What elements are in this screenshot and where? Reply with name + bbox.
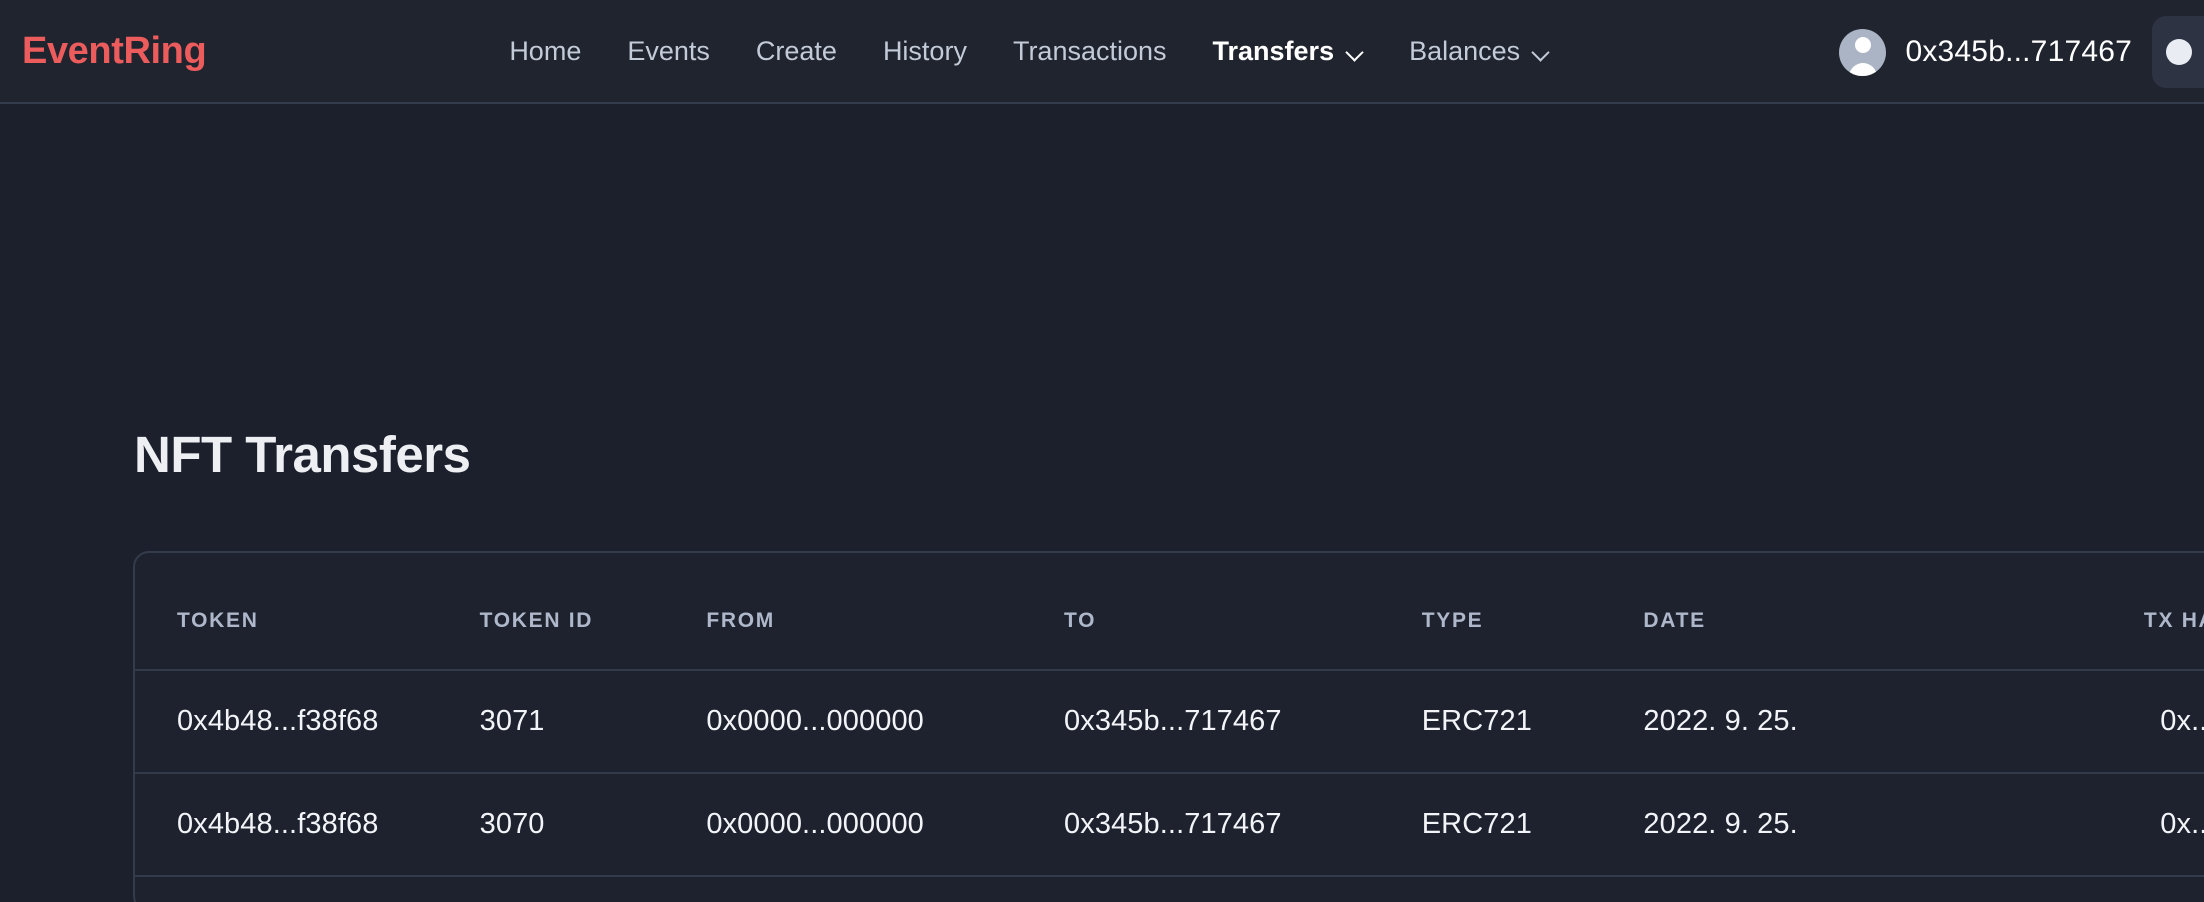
cell-token-id: 3068 [479, 875, 707, 902]
cell-type: ERC721 [1421, 772, 1644, 876]
nav-dropdown-balances[interactable]: Balances [1386, 35, 1572, 66]
nav-dropdown-balances-label: Balances [1409, 35, 1521, 66]
nav-item-home[interactable]: Home [486, 37, 604, 65]
transfers-table-card: TOKEN TOKEN ID FROM TO TYPE DATE TX HASH… [133, 551, 2204, 902]
nft-transfers-table: TOKEN TOKEN ID FROM TO TYPE DATE TX HASH… [135, 553, 2204, 902]
cell-type: ERC721 [1421, 669, 1644, 773]
cell-tx-hash[interactable]: 0x...87 [1925, 875, 2204, 902]
cell-token: 0x4b48...f38f68 [135, 669, 480, 773]
column-header-to[interactable]: TO [1064, 553, 1422, 670]
account-button[interactable]: 0x345b...717467 [1839, 28, 2132, 76]
column-header-from[interactable]: FROM [706, 553, 1064, 670]
table-row[interactable]: 0x4b48...f38f68 3070 0x0000...000000 0x3… [135, 772, 2204, 876]
cell-from: 0x0000...000000 [706, 875, 1065, 902]
cell-date: 2022. 9. 25. [1643, 669, 1926, 773]
nav-item-history[interactable]: History [860, 37, 990, 65]
chevron-down-icon [1347, 44, 1363, 60]
cell-to: 0x345b...717467 [1064, 875, 1422, 902]
table-row[interactable]: 0x4b48...f38f68 3071 0x0000...000000 0x3… [135, 669, 2204, 773]
cell-token-id: 3070 [479, 772, 707, 876]
cell-to: 0x345b...717467 [1064, 772, 1422, 876]
table-body: 0x4b48...f38f68 3071 0x0000...000000 0x3… [135, 669, 2204, 902]
column-header-date[interactable]: DATE [1643, 553, 1925, 670]
column-header-tx-hash[interactable]: TX HASH [1926, 553, 2204, 670]
brand-logo[interactable]: EventRing [22, 30, 207, 73]
circle-icon [2166, 39, 2192, 65]
cell-from: 0x0000...000000 [706, 772, 1065, 876]
nav-links: Home Events Create History Transactions … [486, 35, 1572, 66]
column-header-token[interactable]: TOKEN [135, 553, 480, 670]
cell-date: 2022. 9. 25. [1643, 772, 1926, 876]
nav-item-create[interactable]: Create [733, 37, 860, 65]
cell-to: 0x345b...717467 [1064, 669, 1422, 773]
cell-tx-hash[interactable]: 0x...a1 [1925, 669, 2204, 773]
table-header-row: TOKEN TOKEN ID FROM TO TYPE DATE TX HASH [135, 553, 2204, 670]
column-header-type[interactable]: TYPE [1422, 553, 1644, 670]
navbar-overflow-button[interactable] [2152, 16, 2204, 88]
main-content: NFT Transfers TOKEN TOKEN ID FROM TO TYP… [0, 104, 2204, 902]
page-title: NFT Transfers [134, 426, 471, 483]
nav-dropdown-transfers-label: Transfers [1212, 35, 1335, 66]
cell-date: 2022. 9. 25. [1643, 875, 1926, 902]
table-header: TOKEN TOKEN ID FROM TO TYPE DATE TX HASH [135, 553, 2204, 670]
user-avatar-icon [1839, 28, 1887, 76]
account-address: 0x345b...717467 [1905, 35, 2132, 68]
nav-item-transactions[interactable]: Transactions [990, 37, 1190, 65]
chevron-down-icon [1533, 44, 1549, 60]
cell-token: 0x4b48...f38f68 [135, 875, 480, 902]
cell-token: 0x4b48...f38f68 [135, 772, 480, 876]
top-navbar: EventRing Home Events Create History Tra… [0, 0, 2204, 104]
nav-dropdown-transfers[interactable]: Transfers [1190, 35, 1387, 66]
column-header-token-id[interactable]: TOKEN ID [480, 553, 707, 670]
cell-type: ERC721 [1421, 875, 1644, 902]
cell-from: 0x0000...000000 [706, 669, 1065, 773]
navbar-right-section: 0x345b...717467 [1839, 0, 2204, 104]
cell-tx-hash[interactable]: 0x...10 [1925, 772, 2204, 876]
cell-token-id: 3071 [479, 669, 707, 773]
nav-item-events[interactable]: Events [604, 37, 733, 65]
table-row[interactable]: 0x4b48...f38f68 3068 0x0000...000000 0x3… [135, 875, 2204, 902]
